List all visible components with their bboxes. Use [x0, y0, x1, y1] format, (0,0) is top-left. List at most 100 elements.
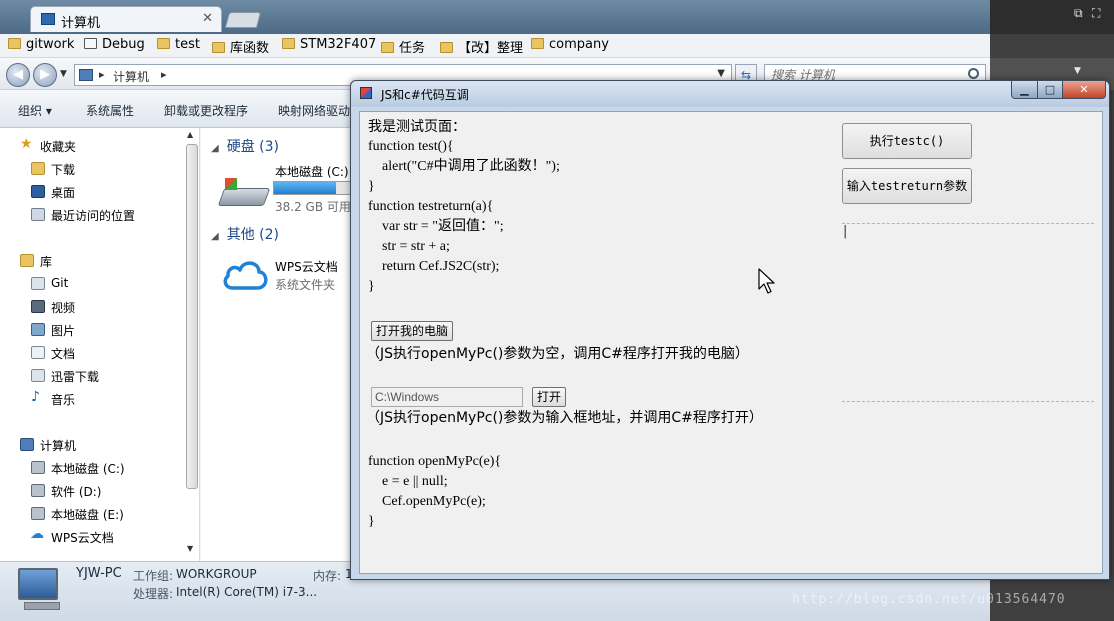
back-button[interactable]: ◀ [6, 63, 30, 87]
bookmark-label: test [175, 37, 200, 52]
documents-icon [31, 346, 45, 359]
wps-cloud-icon[interactable] [221, 256, 269, 292]
scrollbar-thumb[interactable] [186, 144, 198, 489]
wps-cloud-name[interactable]: WPS云文档 [275, 258, 338, 275]
collapse-arrow-icon[interactable]: ◢ [211, 231, 219, 242]
scroll-up-icon[interactable]: ▲ [187, 130, 193, 139]
uninstall-program-button[interactable]: 卸载或更改程序 [164, 102, 248, 119]
folder-icon [440, 42, 453, 53]
dialog-client-area: 我是测试页面： function test(){ alert("C#中调用了此函… [359, 111, 1103, 574]
mouse-pointer-icon [758, 268, 775, 294]
nav-label: 文档 [51, 347, 76, 361]
dialog-titlebar[interactable]: JS和c#代码互调 ▁ □ ✕ [351, 81, 1109, 107]
pictures-icon [31, 323, 45, 336]
open-pc-note: （JS执行openMyPc()参数为空，调用C#程序打开我的电脑） [366, 346, 749, 362]
exec-testc-button[interactable]: 执行testc() [842, 123, 972, 159]
wps-cloud-type: 系统文件夹 [275, 278, 336, 292]
recent-pages-icon[interactable]: ▼ [60, 69, 67, 79]
breadcrumb-computer[interactable]: 计算机 [113, 68, 149, 85]
drive-icon [31, 461, 45, 474]
computer-icon [20, 438, 34, 451]
folder-icon [282, 38, 295, 49]
bookmark-gitwork[interactable]: gitwork [8, 37, 74, 55]
code-block-test: function test(){ alert("C#中调用了此函数！"); } … [368, 139, 560, 294]
bookmark-label: STM32F407 [300, 37, 377, 52]
nav-label: 收藏夹 [40, 140, 77, 154]
maximize-button[interactable]: □ [1037, 81, 1063, 99]
desktop-icon [31, 185, 45, 198]
bookmark-label: 任务 [399, 41, 426, 56]
page-intro: 我是测试页面： [368, 119, 466, 135]
close-button[interactable]: ✕ [1062, 81, 1106, 99]
library-icon [20, 254, 34, 267]
memory-label: 内存: [313, 569, 342, 583]
folder-icon [157, 38, 170, 49]
computer-icon [79, 69, 93, 81]
code-block-openmypc: function openMyPc(e){ e = e || null; Cef… [368, 454, 502, 529]
group-hard-disks[interactable]: ◢ 硬盘 (3) [211, 136, 279, 156]
new-tab-button[interactable] [224, 12, 262, 28]
path-input[interactable] [371, 387, 523, 407]
nav-label: 本地磁盘 (C:) [51, 462, 125, 476]
workgroup-label: 工作组: [133, 569, 174, 583]
nav-label: 音乐 [51, 393, 76, 407]
minimize-button[interactable]: ▁ [1011, 81, 1038, 99]
nav-label: 库 [40, 255, 53, 269]
drive-c-usage-fill [274, 182, 337, 194]
computer-base-icon [24, 602, 60, 610]
nav-label: 桌面 [51, 186, 76, 200]
nav-label: 本地磁盘 (E:) [51, 508, 124, 522]
close-tab-icon[interactable]: ✕ [202, 11, 213, 26]
map-network-drive-button[interactable]: 映射网络驱动 [278, 102, 350, 119]
collapse-arrow-icon[interactable]: ◢ [211, 143, 219, 154]
bookmark-test[interactable]: test [157, 37, 200, 55]
watermark: http://blog.csdn.net/u013564470 [792, 592, 1066, 607]
nav-label: 最近访问的位置 [51, 209, 136, 223]
drive-c-name[interactable]: 本地磁盘 (C:) [275, 163, 349, 180]
music-icon: ♪ [31, 389, 40, 405]
text-caret: | [843, 224, 848, 239]
app-icon [360, 87, 372, 99]
breadcrumb-arrow-icon[interactable]: ▸ [99, 68, 105, 81]
cloud-icon: ☁ [30, 526, 44, 542]
dialog-title: JS和c#代码互调 [381, 88, 469, 102]
restore-icon[interactable]: ⧉ [1074, 6, 1083, 21]
scroll-down-icon[interactable]: ▼ [187, 544, 193, 553]
nav-scrollbar[interactable]: ▲ ▼ [186, 130, 198, 556]
bookmark-libfunc[interactable]: 库函数 [212, 37, 269, 56]
chevron-down-icon[interactable]: ▼ [1074, 66, 1081, 76]
fullscreen-icon[interactable]: ⛶ [1092, 6, 1100, 21]
folder-icon [212, 42, 225, 53]
tab-computer[interactable]: 计算机 ✕ [30, 6, 222, 32]
bookmark-label: Debug [102, 37, 145, 52]
breadcrumb-arrow-icon[interactable]: ▸ [161, 68, 167, 81]
video-icon [31, 300, 45, 313]
library-folder-icon [31, 369, 45, 382]
explorer-titlebar: 计算机 ✕ [0, 0, 990, 34]
bookmarks-bar: gitwork Debug test 库函数 STM32F407 任务 【改】整… [0, 34, 990, 58]
separator [842, 223, 1094, 224]
bookmark-stm32[interactable]: STM32F407 [282, 37, 376, 55]
drive-icon [31, 507, 45, 520]
bookmark-debug[interactable]: Debug [84, 37, 145, 55]
forward-button[interactable]: ▶ [33, 63, 57, 87]
search-icon[interactable] [968, 68, 979, 79]
system-properties-button[interactable]: 系统属性 [86, 102, 134, 119]
nav-label: 计算机 [40, 439, 77, 453]
group-other[interactable]: ◢ 其他 (2) [211, 224, 279, 244]
separator [842, 401, 1094, 402]
bookmark-label: gitwork [26, 37, 75, 52]
open-path-button[interactable]: 打开 [532, 387, 567, 407]
bookmark-company[interactable]: company [531, 37, 609, 55]
drive-c-icon[interactable] [217, 178, 271, 208]
organize-button[interactable]: 组织 ▾ [18, 102, 52, 119]
computer-icon [41, 13, 55, 25]
folder-icon [8, 38, 21, 49]
nav-label: 软件 (D:) [51, 485, 102, 499]
bookmark-tasks[interactable]: 任务 [381, 37, 426, 56]
chevron-down-icon[interactable]: ▼ [717, 68, 725, 79]
open-my-pc-button[interactable]: 打开我的电脑 [371, 321, 454, 341]
nav-label: 视频 [51, 301, 76, 315]
input-testreturn-button[interactable]: 输入testreturn参数 [842, 168, 972, 204]
bookmark-organize[interactable]: 【改】整理 [440, 37, 523, 56]
